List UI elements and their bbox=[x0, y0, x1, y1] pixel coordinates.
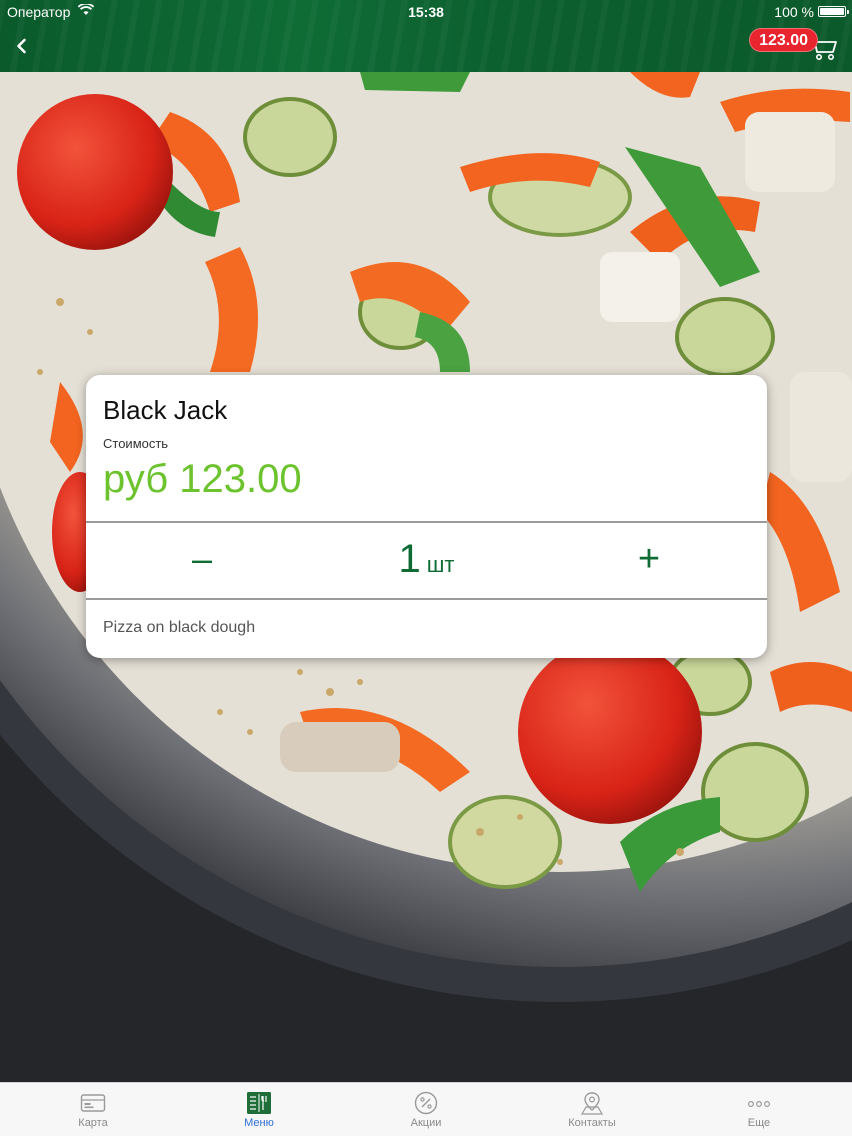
tab-map[interactable]: Карта bbox=[8, 1083, 178, 1136]
tab-label: Контакты bbox=[568, 1117, 616, 1129]
tab-label: Меню bbox=[244, 1117, 274, 1129]
tab-label: Карта bbox=[78, 1117, 108, 1129]
product-price: руб 123.00 bbox=[103, 457, 302, 501]
quantity-stepper: – 1 шт + bbox=[86, 523, 767, 599]
price-caption: Стоимость bbox=[103, 436, 169, 451]
cart-button[interactable]: 123.00 bbox=[738, 28, 838, 64]
chevron-left-icon bbox=[17, 38, 26, 54]
tab-menu[interactable]: Меню bbox=[174, 1083, 344, 1136]
card-icon bbox=[80, 1094, 106, 1112]
quantity-value: 1 bbox=[398, 537, 421, 581]
status-time: 15:38 bbox=[408, 4, 444, 20]
tab-label: Еще bbox=[747, 1117, 771, 1129]
tab-promotions[interactable]: Акции bbox=[341, 1083, 511, 1136]
battery-icon bbox=[818, 6, 849, 17]
menu-icon bbox=[247, 1092, 271, 1114]
tab-contacts[interactable]: Контакты bbox=[507, 1083, 677, 1136]
more-icon bbox=[747, 1101, 771, 1108]
nav-header: Оператор 15:38 100 % 123.00 bbox=[0, 0, 852, 72]
quantity-unit: шт bbox=[426, 552, 455, 577]
product-name: Black Jack bbox=[103, 395, 228, 425]
status-bar: Оператор 15:38 100 % bbox=[0, 0, 852, 24]
cart-total-badge: 123.00 bbox=[749, 28, 818, 52]
back-button[interactable] bbox=[8, 32, 36, 60]
increase-quantity-button[interactable]: + bbox=[609, 523, 689, 599]
battery-percent: 100 % bbox=[774, 4, 814, 20]
tab-label: Акции bbox=[410, 1117, 442, 1129]
percent-icon bbox=[414, 1091, 438, 1115]
tab-more[interactable]: Еще bbox=[674, 1083, 844, 1136]
product-description: Pizza on black dough bbox=[103, 619, 256, 636]
divider bbox=[86, 598, 767, 600]
product-card: Black Jack Стоимость руб 123.00 – 1 шт + … bbox=[86, 375, 767, 658]
tab-bar: Карта Меню Акции Контакты Еще bbox=[0, 1082, 852, 1136]
map-pin-icon bbox=[580, 1092, 604, 1115]
